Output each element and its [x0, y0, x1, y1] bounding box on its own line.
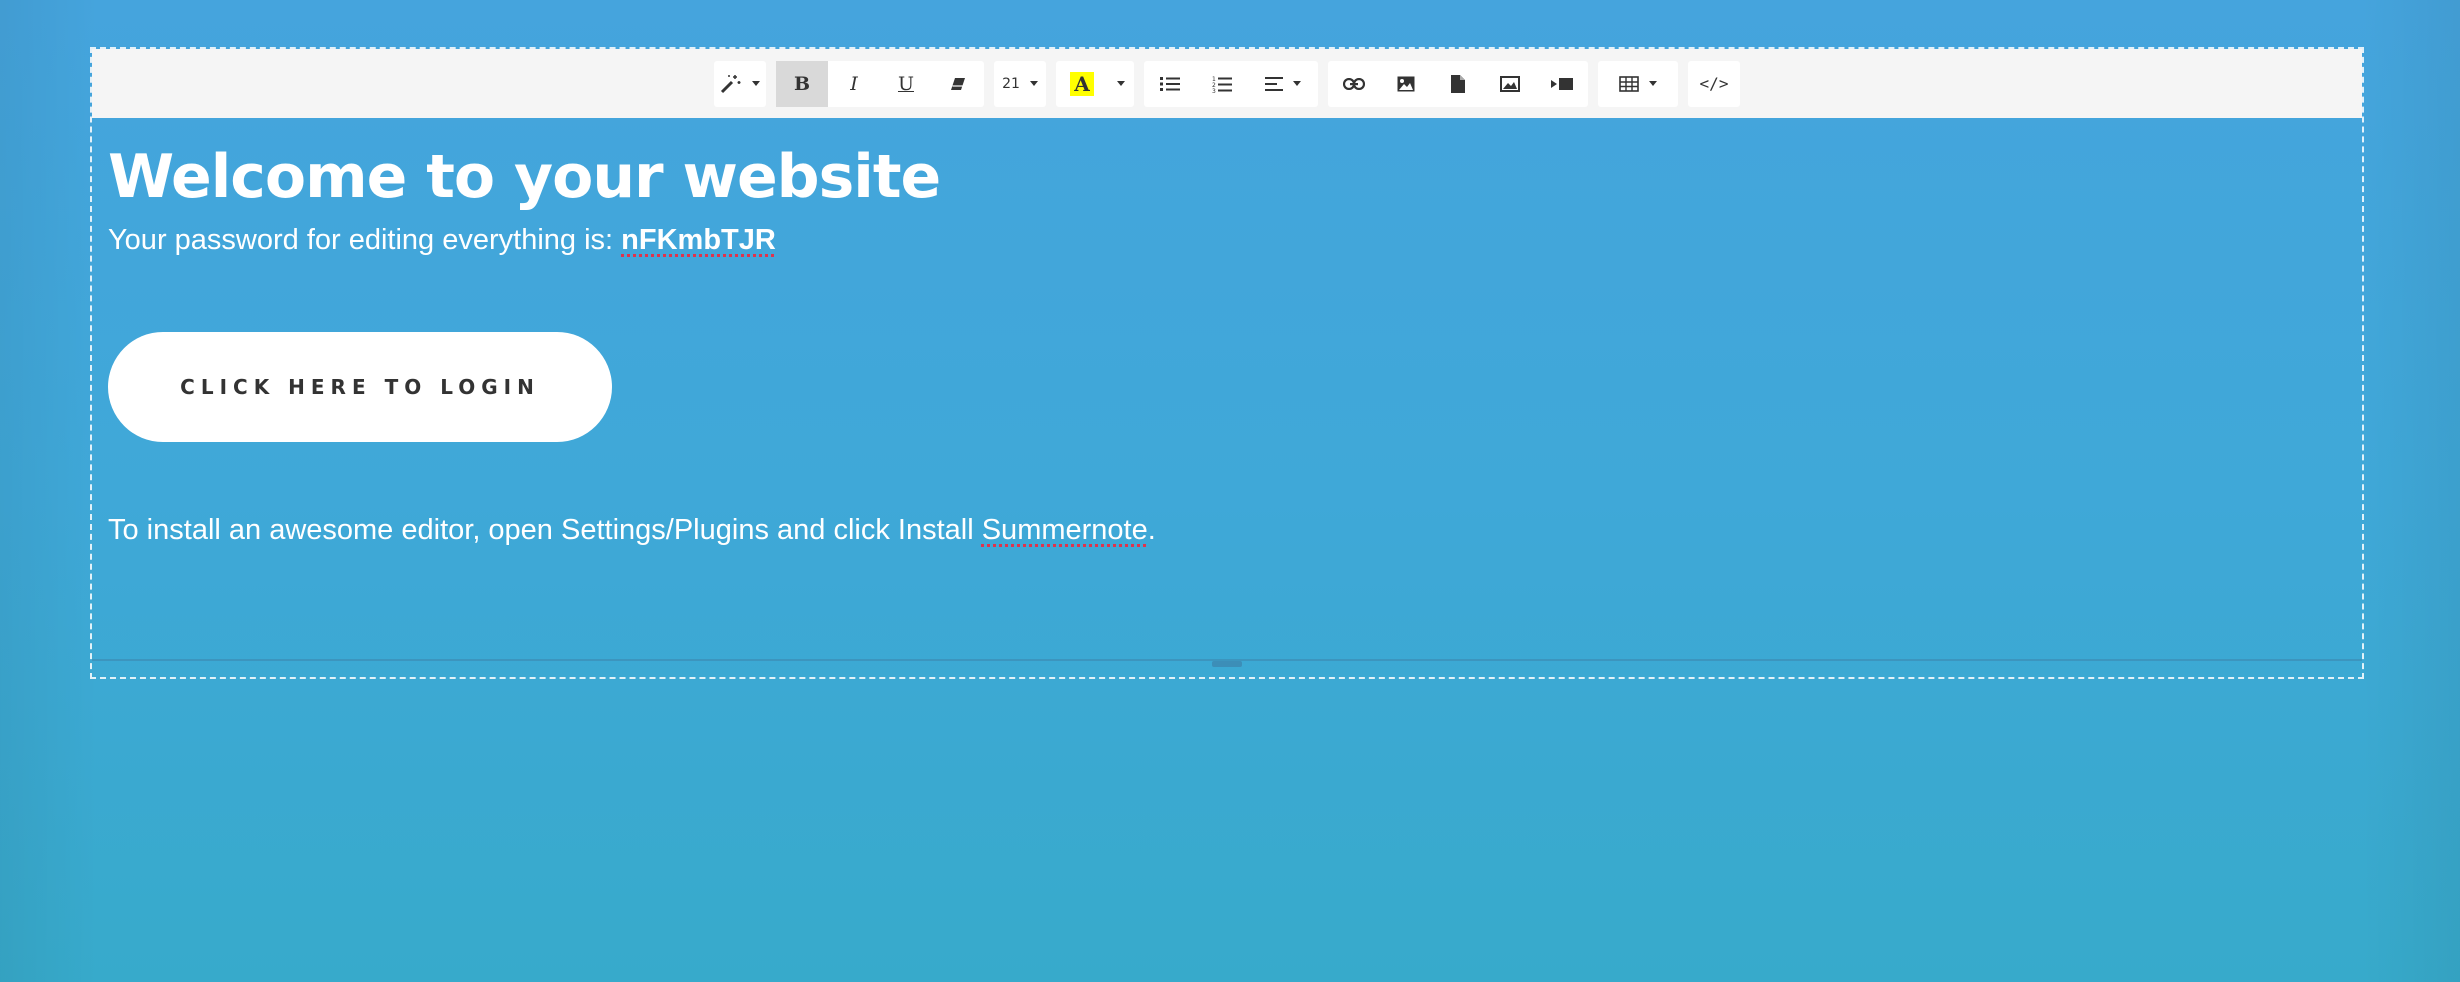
align-icon: [1265, 76, 1283, 91]
svg-text:3: 3: [1212, 88, 1216, 93]
font-size-dropdown[interactable]: 21: [994, 61, 1046, 107]
editor-toolbar: B I U 21 A 1 2 3 </>: [92, 49, 2362, 118]
italic-button[interactable]: I: [828, 61, 880, 107]
install-prefix: To install an awesome editor, open Setti…: [108, 514, 982, 546]
highlight-color-icon: A: [1070, 71, 1094, 96]
bold-icon: B: [793, 72, 811, 95]
font-size-value: 21: [1002, 75, 1020, 92]
editor-content[interactable]: Welcome to your website Your password fo…: [108, 118, 2346, 576]
summernote-text: Summernote: [981, 514, 1148, 546]
password-value: nFKmbTJR: [621, 224, 776, 256]
table-group: [1598, 60, 1678, 107]
insert-link-button[interactable]: [1328, 61, 1380, 107]
image-icon: [1397, 76, 1415, 91]
chevron-down-icon: [1117, 81, 1125, 86]
insert-video-button[interactable]: [1536, 61, 1588, 107]
code-icon: </>: [1699, 74, 1729, 93]
underline-button[interactable]: U: [880, 61, 932, 107]
view-group: </>: [1688, 60, 1740, 107]
italic-icon: I: [850, 72, 858, 95]
chevron-down-icon: [752, 81, 760, 86]
link-icon: [1343, 77, 1365, 90]
paragraph-group: 1 2 3: [1144, 60, 1318, 107]
magic-wand-icon: [720, 74, 741, 93]
video-icon: [1551, 77, 1573, 90]
table-dropdown-button[interactable]: [1598, 61, 1678, 107]
style-group: [714, 60, 766, 107]
editor-frame[interactable]: B I U 21 A 1 2 3 </> Welcome to your web…: [90, 47, 2364, 679]
chevron-down-icon: [1029, 81, 1038, 86]
insert-image-button[interactable]: [1380, 61, 1432, 107]
ordered-list-icon: 1 2 3: [1212, 76, 1232, 93]
login-button[interactable]: CLICK HERE TO LOGIN: [108, 332, 612, 442]
password-prefix: Your password for editing everything is:: [108, 224, 622, 256]
clear-format-button[interactable]: [932, 61, 984, 107]
unordered-list-button[interactable]: [1144, 61, 1196, 107]
code-view-button[interactable]: </>: [1688, 61, 1740, 107]
font-size-group: 21: [994, 60, 1046, 107]
unordered-list-icon: [1160, 76, 1180, 91]
chevron-down-icon: [1293, 81, 1301, 86]
table-icon: [1619, 75, 1639, 92]
color-dropdown-button[interactable]: [1108, 61, 1134, 107]
password-line: Your password for editing everything is:…: [108, 224, 2346, 257]
resize-handle-icon[interactable]: [1212, 661, 1242, 667]
eraser-icon: [951, 77, 965, 90]
insert-group: [1328, 60, 1588, 107]
install-hint: To install an awesome editor, open Setti…: [108, 514, 2346, 547]
insert-file-button[interactable]: [1432, 61, 1484, 107]
font-style-group: B I U: [776, 60, 984, 107]
gallery-icon: [1500, 75, 1520, 92]
insert-gallery-button[interactable]: [1484, 61, 1536, 107]
align-dropdown-button[interactable]: [1248, 61, 1318, 107]
install-suffix: .: [1147, 514, 1156, 546]
underline-icon: U: [897, 72, 914, 95]
color-group: A: [1056, 60, 1134, 107]
bold-button[interactable]: B: [776, 60, 828, 107]
chevron-down-icon: [1649, 81, 1657, 86]
style-dropdown-button[interactable]: [714, 61, 766, 107]
color-apply-button[interactable]: A: [1056, 61, 1108, 107]
file-icon: [1451, 74, 1465, 93]
ordered-list-button[interactable]: 1 2 3: [1196, 61, 1248, 107]
page-title: Welcome to your website: [108, 142, 941, 212]
